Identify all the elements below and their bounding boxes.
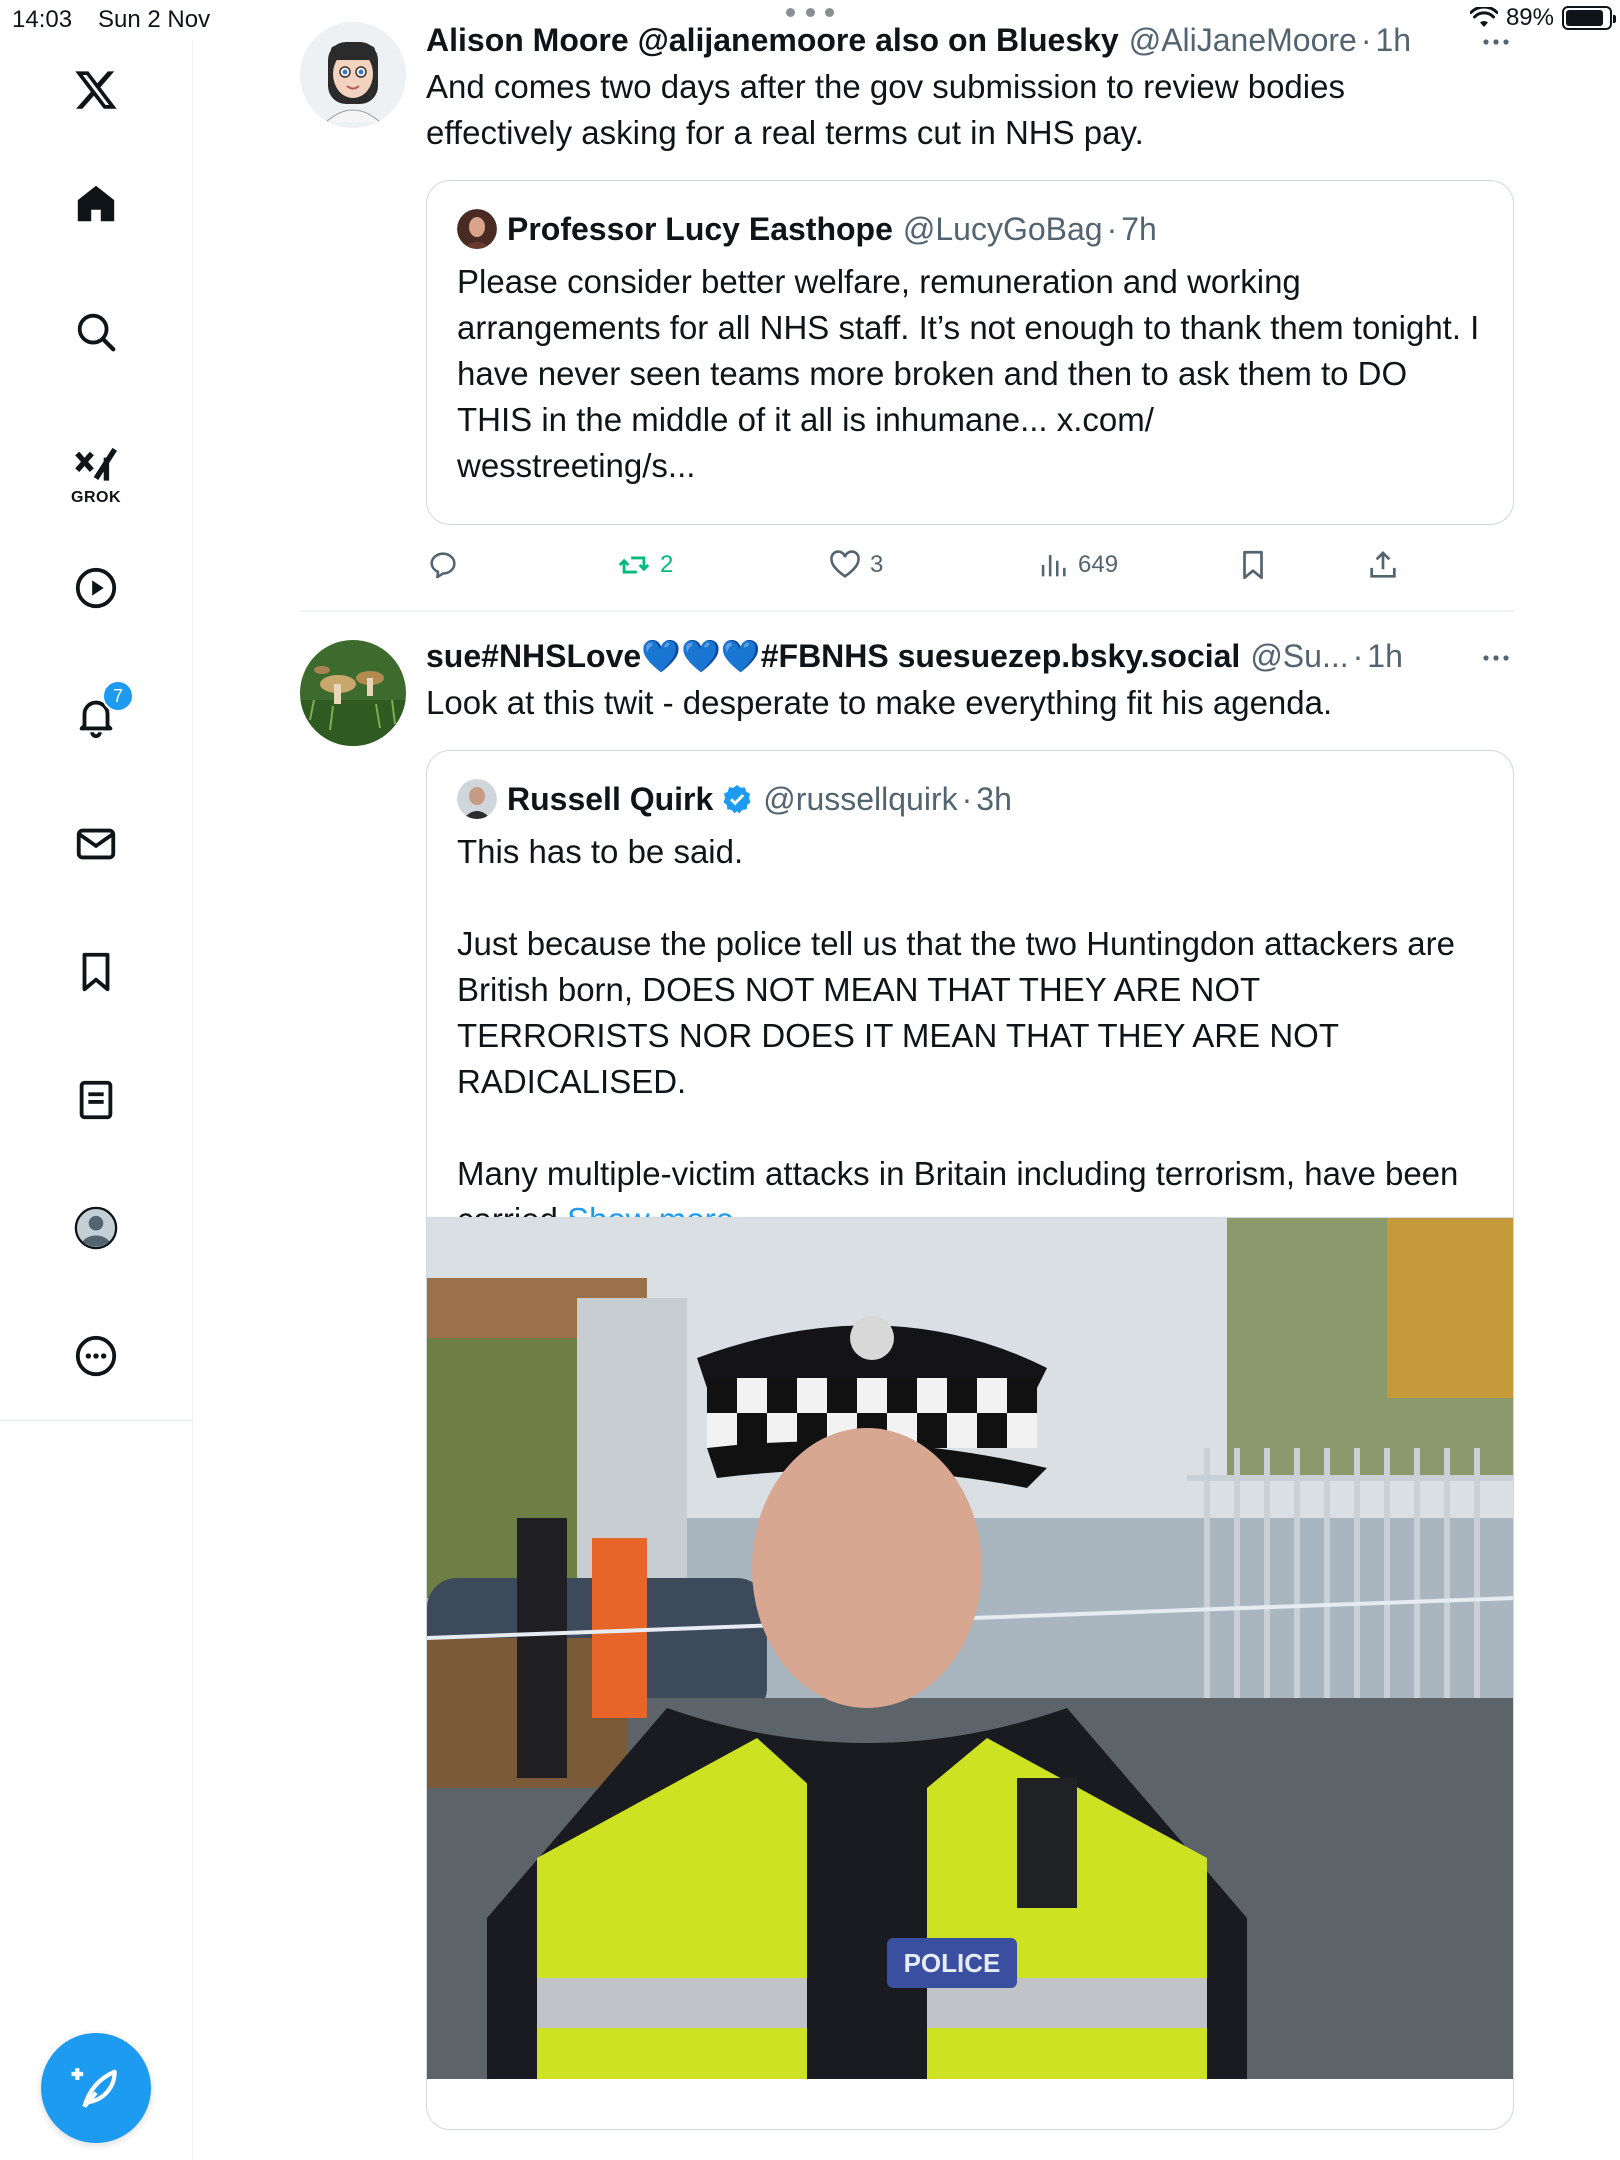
search-icon <box>77 313 116 352</box>
timeline: Alison Moore @alijanemoore also on Blues… <box>194 0 1620 2160</box>
heart-icon <box>830 550 860 578</box>
nav-home[interactable] <box>60 168 132 240</box>
like-button[interactable]: 3 <box>828 548 883 582</box>
x-logo[interactable] <box>60 54 132 126</box>
quote-avatar <box>457 209 497 249</box>
author-name[interactable]: sue#NHSLove💙💙💙#FBNHS suesuezep.bsky.soci… <box>426 636 1240 676</box>
nav-videos[interactable] <box>60 552 132 624</box>
nav-grok[interactable]: GROK <box>60 424 132 524</box>
author-handle[interactable]: @AliJaneMoore <box>1129 20 1357 60</box>
quote-author-handle: @russellquirk <box>763 781 958 817</box>
reply-button[interactable] <box>426 548 468 582</box>
compose-feather-icon <box>71 2068 117 2109</box>
repost-button[interactable]: 2 <box>616 548 673 582</box>
tweet-time[interactable]: 1h <box>1367 636 1403 676</box>
tweet-text: Look at this twit - desperate to make ev… <box>426 684 1333 721</box>
tweet[interactable]: sue#NHSLove💙💙💙#FBNHS suesuezep.bsky.soci… <box>300 636 1514 2160</box>
views-count: 649 <box>1078 551 1119 578</box>
quote-author-handle: @LucyGoBag <box>902 211 1103 247</box>
police-officer-photo: POLICE <box>427 1218 1513 2079</box>
author-name[interactable]: Alison Moore @alijanemoore also on Blues… <box>426 20 1119 60</box>
quote-body: This has to be said. Just because the po… <box>457 833 1459 1238</box>
bookmark-icon <box>82 952 110 992</box>
portrait-avatar-image <box>457 209 497 249</box>
nav-search[interactable] <box>60 296 132 368</box>
home-icon <box>77 185 115 222</box>
verified-badge-icon <box>723 785 751 814</box>
more-circle-icon <box>75 1335 117 1377</box>
quoted-tweet[interactable]: Professor Lucy Easthope @LucyGoBag · 7h … <box>426 180 1514 525</box>
separator-dot: · <box>1106 211 1118 247</box>
more-options-icon[interactable] <box>1478 32 1514 52</box>
tweet-divider <box>300 610 1514 612</box>
bookmark-icon <box>1243 550 1263 580</box>
grok-label: GROK <box>71 489 121 506</box>
status-time: 14:03 <box>12 6 73 33</box>
quote-avatar <box>457 779 497 819</box>
quote-time: 3h <box>976 781 1012 817</box>
quoted-tweet[interactable]: Russell Quirk @russellquirk · 3h This ha… <box>426 750 1514 2130</box>
nav-more[interactable] <box>60 1320 132 1392</box>
avatar[interactable] <box>300 640 406 746</box>
grok-icon <box>75 447 118 481</box>
play-circle-icon <box>75 567 117 609</box>
like-count: 3 <box>870 551 884 578</box>
views-chart-icon <box>1041 555 1066 577</box>
reply-icon <box>430 552 456 579</box>
quote-author-name: Professor Lucy Easthope <box>507 211 893 247</box>
nav-messages[interactable] <box>60 808 132 880</box>
profile-avatar-icon <box>74 1206 118 1250</box>
tweet-time[interactable]: 1h <box>1376 20 1412 60</box>
repost-icon <box>618 556 650 574</box>
quote-author-name: Russell Quirk <box>507 781 714 817</box>
more-options-icon[interactable] <box>1478 648 1514 668</box>
quote-time: 7h <box>1121 211 1157 247</box>
nav-bookmarks[interactable] <box>60 936 132 1008</box>
quote-text: Please consider better welfare, remunera… <box>457 263 1480 484</box>
avatar[interactable] <box>300 22 406 128</box>
portrait-avatar-image <box>457 779 497 819</box>
notification-badge: 7 <box>102 680 134 712</box>
police-badge-text: POLICE <box>904 1948 1001 1978</box>
author-handle[interactable]: @Su... <box>1250 636 1348 676</box>
list-icon <box>79 1080 113 1120</box>
separator-dot: · <box>961 781 973 817</box>
quote-text: This has to be said. Just because the po… <box>427 819 1513 1238</box>
sidebar: GROK 7 <box>0 40 193 2160</box>
x-logo-icon <box>75 71 117 109</box>
compose-post-button[interactable] <box>41 2033 151 2143</box>
bookmark-button[interactable] <box>1236 548 1270 582</box>
share-icon <box>1370 551 1396 578</box>
sidebar-divider <box>0 1420 193 1421</box>
separator-dot: · <box>1352 638 1364 674</box>
cartoon-avatar-image <box>300 22 406 128</box>
views-button[interactable]: 649 <box>1036 548 1118 582</box>
separator-dot: · <box>1360 22 1372 58</box>
share-button[interactable] <box>1366 548 1400 582</box>
nav-notifications[interactable]: 7 <box>60 680 134 752</box>
tweet-actions: 2 3 649 <box>426 548 1514 598</box>
tweet-text: And comes two days after the gov submiss… <box>426 68 1345 151</box>
repost-count: 2 <box>660 551 674 578</box>
nav-profile[interactable] <box>60 1192 132 1264</box>
envelope-icon <box>76 828 116 860</box>
nav-lists[interactable] <box>60 1064 132 1136</box>
attached-photo[interactable]: POLICE <box>427 1217 1513 2079</box>
tweet[interactable]: Alison Moore @alijanemoore also on Blues… <box>300 20 1514 610</box>
mushroom-photo-avatar <box>300 640 406 746</box>
